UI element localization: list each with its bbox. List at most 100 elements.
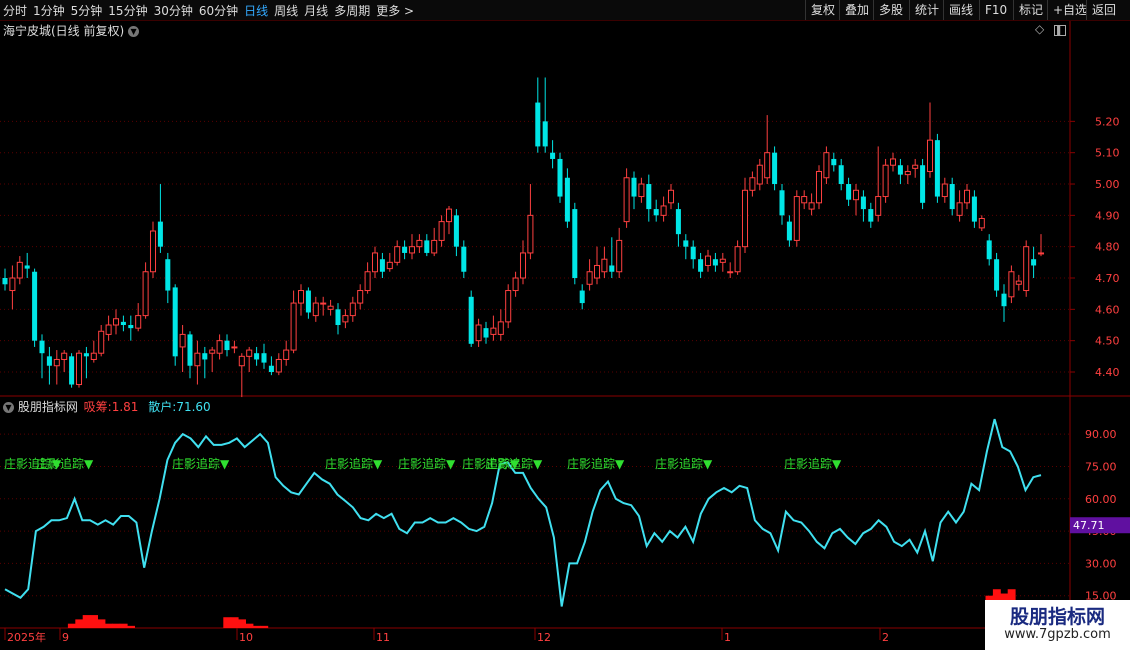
candle-body-down [920,165,926,203]
time-axis-label: 10 [239,631,253,644]
candle-body-down [550,152,556,159]
site-watermark: 股朋指标网 www.7gpzb.com [985,600,1130,650]
candle-body-up [601,258,608,273]
candle-body-up [512,277,519,292]
candle-body-up [875,196,882,216]
xichou-bar [97,619,106,628]
candle-body-up [320,302,327,305]
diamond-icon[interactable]: ◇ [1035,22,1044,36]
candle-body-up [912,164,919,169]
chevron-down-icon[interactable]: ▼ [3,402,14,413]
candle-body-up [704,255,712,266]
back-button[interactable]: 返回 [1086,0,1121,20]
signal-label: 庄影追踪▼ [36,456,94,471]
candle-body-down [712,259,718,266]
candle-body-up [815,170,823,204]
period-30min[interactable]: 30分钟 [154,2,193,19]
chevron-down-icon[interactable]: ▼ [128,26,140,37]
window-icon[interactable]: ▌ [1054,25,1067,36]
candle-body-up [238,355,245,367]
candle-body-down [831,158,837,166]
price-axis-label: 4.80 [1095,241,1120,254]
price-axis-label: 4.90 [1095,209,1120,222]
candle-body-down [187,334,193,366]
candle-body-up [105,324,112,335]
candle-body-up [438,221,445,241]
candle-body-up [956,202,963,216]
candle-body-up [660,205,667,216]
candle-body-up [364,271,371,292]
period-multi[interactable]: 多周期 [334,2,370,19]
f10-button[interactable]: F10 [979,0,1012,20]
time-axis-label: 2 [882,631,889,644]
candle-body-up [408,246,416,254]
draw-line-button[interactable]: 画线 [943,0,978,20]
candle-body-up [764,152,771,179]
candle-body-up [149,230,157,273]
period-daily[interactable]: 日线 [244,2,268,19]
xichou-bar [67,623,76,628]
candle-body-up [112,318,120,326]
candle-body-down [897,165,903,175]
mark-button[interactable]: 标记 [1013,0,1048,20]
stats-button[interactable]: 统计 [909,0,944,20]
candle-body-down [1031,259,1037,266]
candle-body-up [852,189,860,201]
period-1min[interactable]: 1分钟 [33,2,65,19]
candle-body-up [312,302,319,317]
period-5min[interactable]: 5分钟 [71,2,103,19]
price-axis-label: 5.00 [1095,178,1120,191]
price-axis-label: 4.70 [1095,272,1120,285]
candle-body-down [379,259,385,272]
candle-body-down [165,259,171,291]
candle-body-down [268,365,274,372]
chevron-right-icon: > [404,3,415,18]
candle-body-down [424,240,430,253]
candle-body-down [1001,293,1007,307]
candle-body-up [593,264,601,279]
indicator-panel-title: ▼ 股朋指标网 吸筹:1.81 散户:71.60 [3,398,211,415]
candle-body-up [793,196,800,241]
candle-body-up [394,246,401,263]
candle-body-up [586,271,593,285]
candle-body-down [468,296,474,344]
signal-label: 庄影追踪▼ [325,456,383,471]
candle-body-down [261,353,267,363]
indicator-axis-label: 60.00 [1085,493,1117,506]
candle-body-up [194,352,201,367]
candle-body-down [128,325,134,329]
candle-body-down [631,177,637,197]
main-panel-title: 海宁皮城(日线 前复权) ▼ [3,22,140,39]
candle-body-down [564,177,570,222]
candle-body-up [142,271,149,317]
period-15min[interactable]: 15分钟 [108,2,147,19]
candle-body-down [483,328,489,338]
kline-chart[interactable]: 5.20 5.10 5.00 4.90 4.80 4.70 4.60 4.50 4.40 90.0… [0,0,1130,650]
candle-body-up [749,177,756,191]
candle-body-down [120,321,126,326]
candle-body-down [402,246,408,253]
candle-body-down [675,209,681,235]
period-more[interactable]: 更多 > [376,2,414,19]
candle-body-up [527,214,534,254]
candle-body-up [179,333,186,348]
price-axis-label: 4.60 [1095,303,1120,316]
xichou-bar [238,619,246,628]
overlay-button[interactable]: 叠加 [839,0,874,20]
xichou-bar [252,625,261,628]
xichou-value: 1.81 [111,400,139,414]
period-monthly[interactable]: 月线 [304,2,328,19]
period-weekly[interactable]: 周线 [274,2,298,19]
candle-body-down [2,278,8,285]
period-minute[interactable]: 分时 [3,2,27,19]
candle-body-down [579,290,585,304]
multi-stock-button[interactable]: 多股 [873,0,908,20]
watermark-url: www.7gpzb.com [1004,627,1111,642]
xichou-bar [245,623,254,628]
candle-body-down [934,140,940,197]
restore-right-button[interactable]: 复权 [805,0,840,20]
period-60min[interactable]: 60分钟 [199,2,238,19]
candle-body-down [868,209,874,222]
candle-body-down [786,221,792,241]
candle-body-down [683,240,689,247]
